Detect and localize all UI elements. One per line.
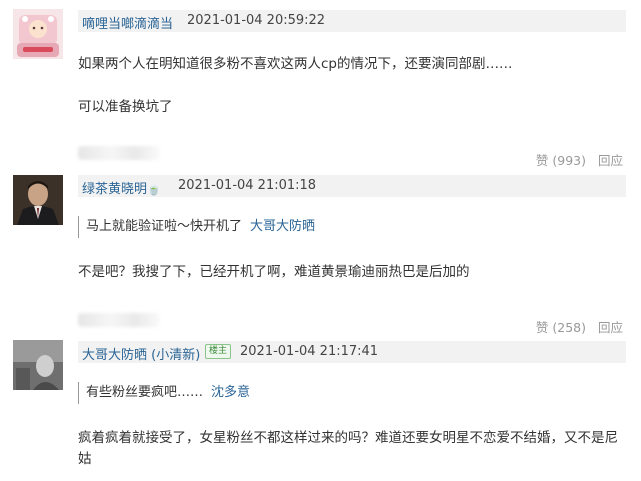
avatar[interactable] bbox=[13, 175, 63, 225]
blurred-info bbox=[78, 146, 160, 160]
comment-time: 2021-01-04 20:59:22 bbox=[187, 13, 326, 28]
comment-text: 不是吧？我搜了下，已经开机了啊，难道黄景瑜迪丽热巴是后加的 bbox=[78, 264, 470, 280]
op-badge: 楼主 bbox=[205, 344, 232, 359]
teacup-emoji-icon: 🍵 bbox=[147, 183, 161, 196]
like-label: 赞 bbox=[535, 153, 549, 168]
comment-text: 如果两个人在明知道很多粉不喜欢这两人cp的情况下，还要演同部剧…… bbox=[78, 56, 513, 72]
like-button[interactable]: 赞 (993) bbox=[536, 153, 586, 168]
comment-header: 绿茶黄晓明🍵 2021-01-04 21:01:18 bbox=[78, 175, 626, 197]
comment-header: 大哥大防晒 (小清新) 楼主 2021-01-04 21:17:41 bbox=[78, 341, 626, 363]
quote-text: 有些粉丝要疯吧…… bbox=[86, 385, 204, 400]
username-text: 大哥大防晒 bbox=[82, 348, 148, 363]
comment-actions: 赞 (993) 回应 bbox=[536, 150, 623, 169]
like-label: 赞 bbox=[535, 320, 549, 335]
quote-block: 马上就能验证啦～快开机了 大哥大防晒 bbox=[78, 216, 315, 238]
avatar[interactable] bbox=[13, 9, 63, 59]
quote-user-link[interactable]: 沈多意 bbox=[211, 385, 250, 400]
comment-text: 姑 bbox=[78, 451, 92, 467]
username-link[interactable]: 大哥大防晒 (小清新) bbox=[82, 344, 200, 363]
comment-actions: 赞 (258) 回应 bbox=[536, 317, 623, 336]
quote-user-link[interactable]: 大哥大防晒 bbox=[250, 219, 315, 234]
comment-time: 2021-01-04 21:01:18 bbox=[178, 178, 317, 193]
like-count: (993) bbox=[552, 153, 586, 168]
like-button[interactable]: 赞 (258) bbox=[536, 320, 586, 335]
username-link[interactable]: 绿茶黄晓明🍵 bbox=[82, 178, 161, 197]
like-count: (258) bbox=[552, 320, 586, 335]
quote-block: 有些粉丝要疯吧…… 沈多意 bbox=[78, 382, 250, 404]
username-suffix: (小清新) bbox=[151, 348, 201, 363]
comment-time: 2021-01-04 21:17:41 bbox=[240, 344, 379, 359]
username-text: 绿茶黄晓明 bbox=[82, 182, 148, 197]
avatar[interactable] bbox=[13, 340, 63, 390]
comment-header: 嘀哩当啷滴滴当 2021-01-04 20:59:22 bbox=[78, 10, 626, 32]
quote-text: 马上就能验证啦～快开机了 bbox=[86, 219, 243, 234]
reply-button[interactable]: 回应 bbox=[598, 153, 623, 168]
reply-button[interactable]: 回应 bbox=[598, 320, 623, 335]
blurred-info bbox=[78, 313, 160, 327]
comment-text: 疯着疯着就接受了，女星粉丝不都这样过来的吗？难道还要女明星不恋爱不结婚，又不是尼 bbox=[78, 430, 618, 446]
comment-text: 可以准备换坑了 bbox=[78, 99, 173, 115]
username-link[interactable]: 嘀哩当啷滴滴当 bbox=[82, 13, 173, 32]
